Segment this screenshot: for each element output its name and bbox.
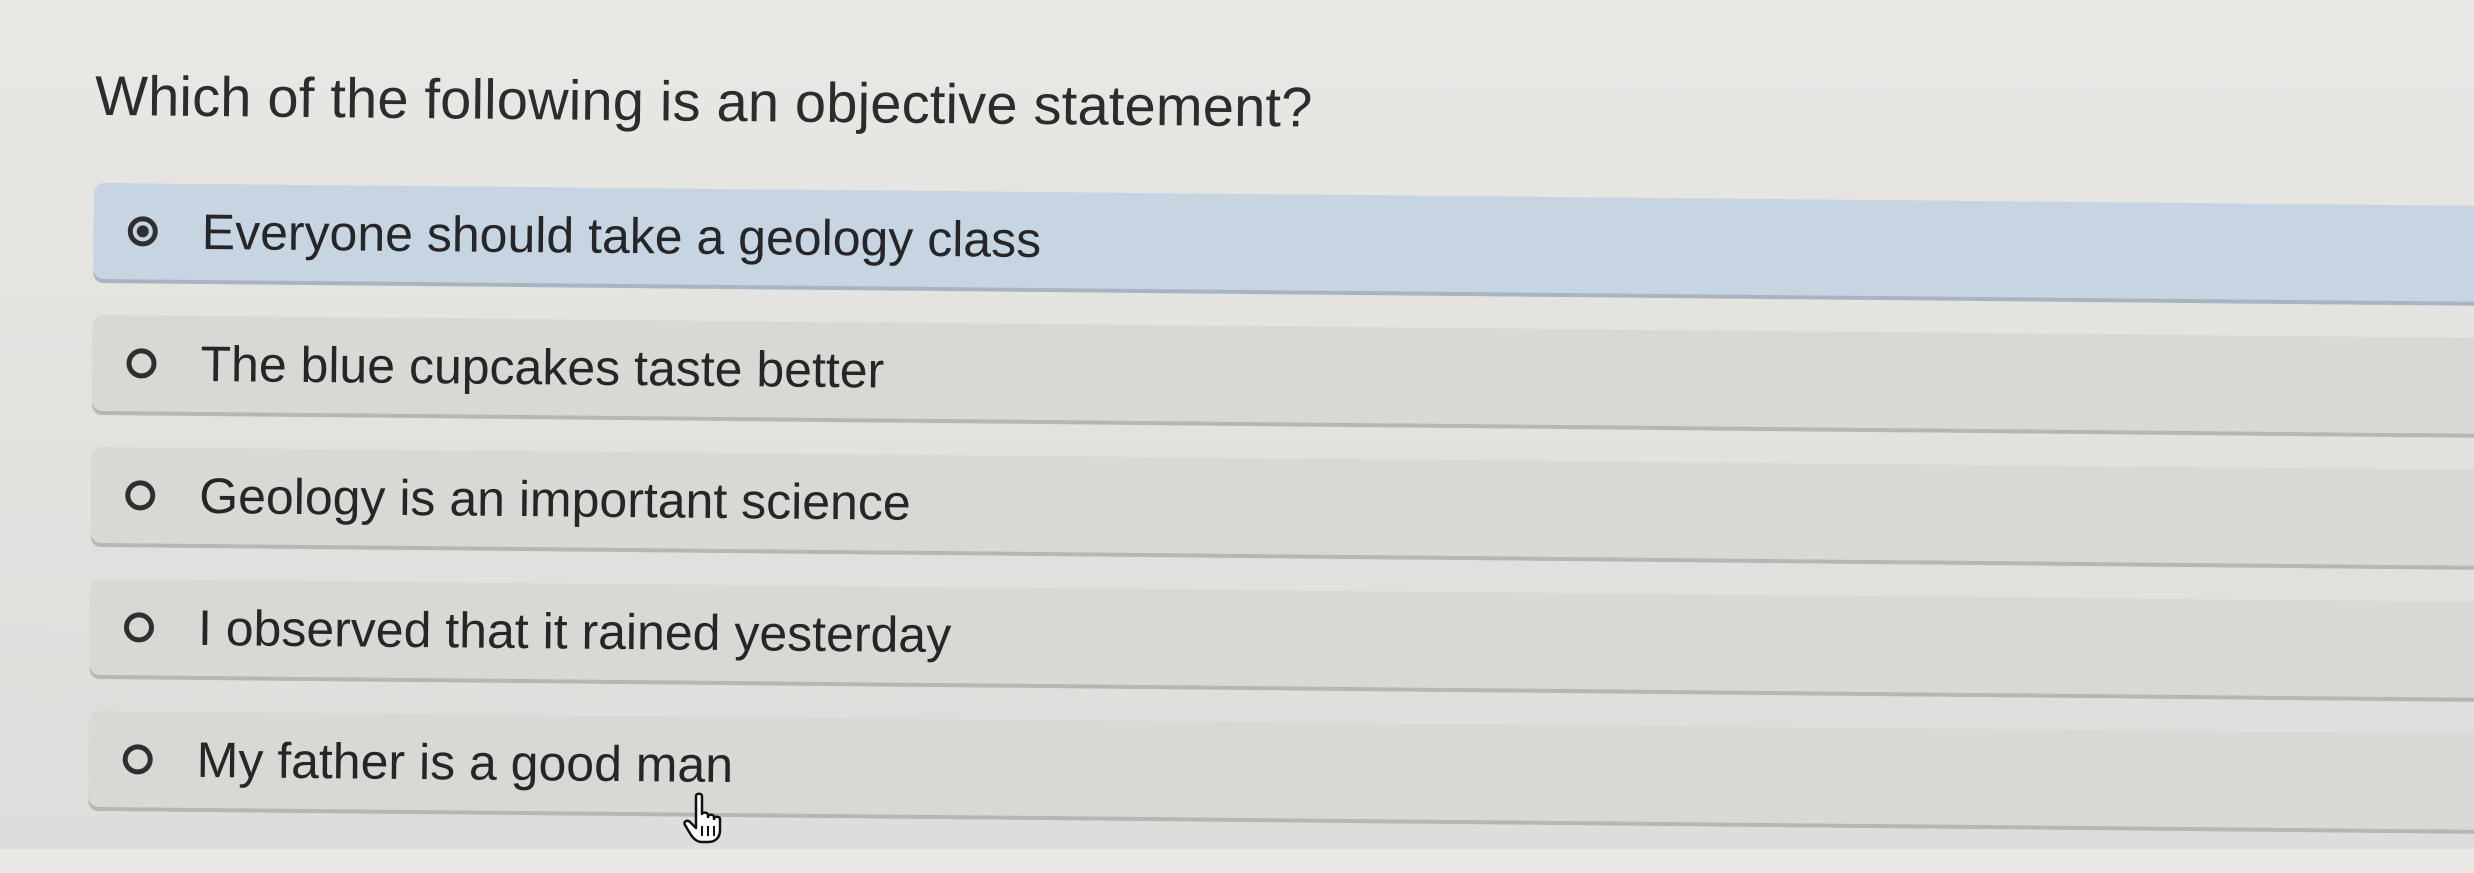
radio-selected-icon[interactable] <box>127 216 158 247</box>
answer-option-3[interactable]: Geology is an important science <box>90 446 2474 567</box>
answer-label-5: My father is a good man <box>196 731 734 794</box>
answer-option-5[interactable]: My father is a good man <box>88 710 2474 831</box>
answer-label-2: The blue cupcakes taste better <box>200 335 885 399</box>
answer-label-3: Geology is an important science <box>198 467 911 531</box>
answer-label-4: I observed that it rained yesterday <box>197 599 952 664</box>
question-text: Which of the following is an objective s… <box>94 63 1313 139</box>
answer-options: Everyone should take a geology class The… <box>88 182 2474 866</box>
answer-option-2[interactable]: The blue cupcakes taste better <box>92 314 2474 435</box>
radio-unselected-icon[interactable] <box>125 480 156 511</box>
answer-option-4[interactable]: I observed that it rained yesterday <box>89 578 2474 699</box>
answer-label-1: Everyone should take a geology class <box>201 203 1042 269</box>
answer-option-1[interactable]: Everyone should take a geology class <box>93 182 2474 303</box>
hand-pointer-icon <box>683 792 722 844</box>
radio-unselected-icon[interactable] <box>123 612 155 643</box>
radio-unselected-icon[interactable] <box>126 348 157 379</box>
radio-unselected-icon[interactable] <box>122 744 153 775</box>
quiz-screen: Which of the following is an objective s… <box>0 0 2474 873</box>
